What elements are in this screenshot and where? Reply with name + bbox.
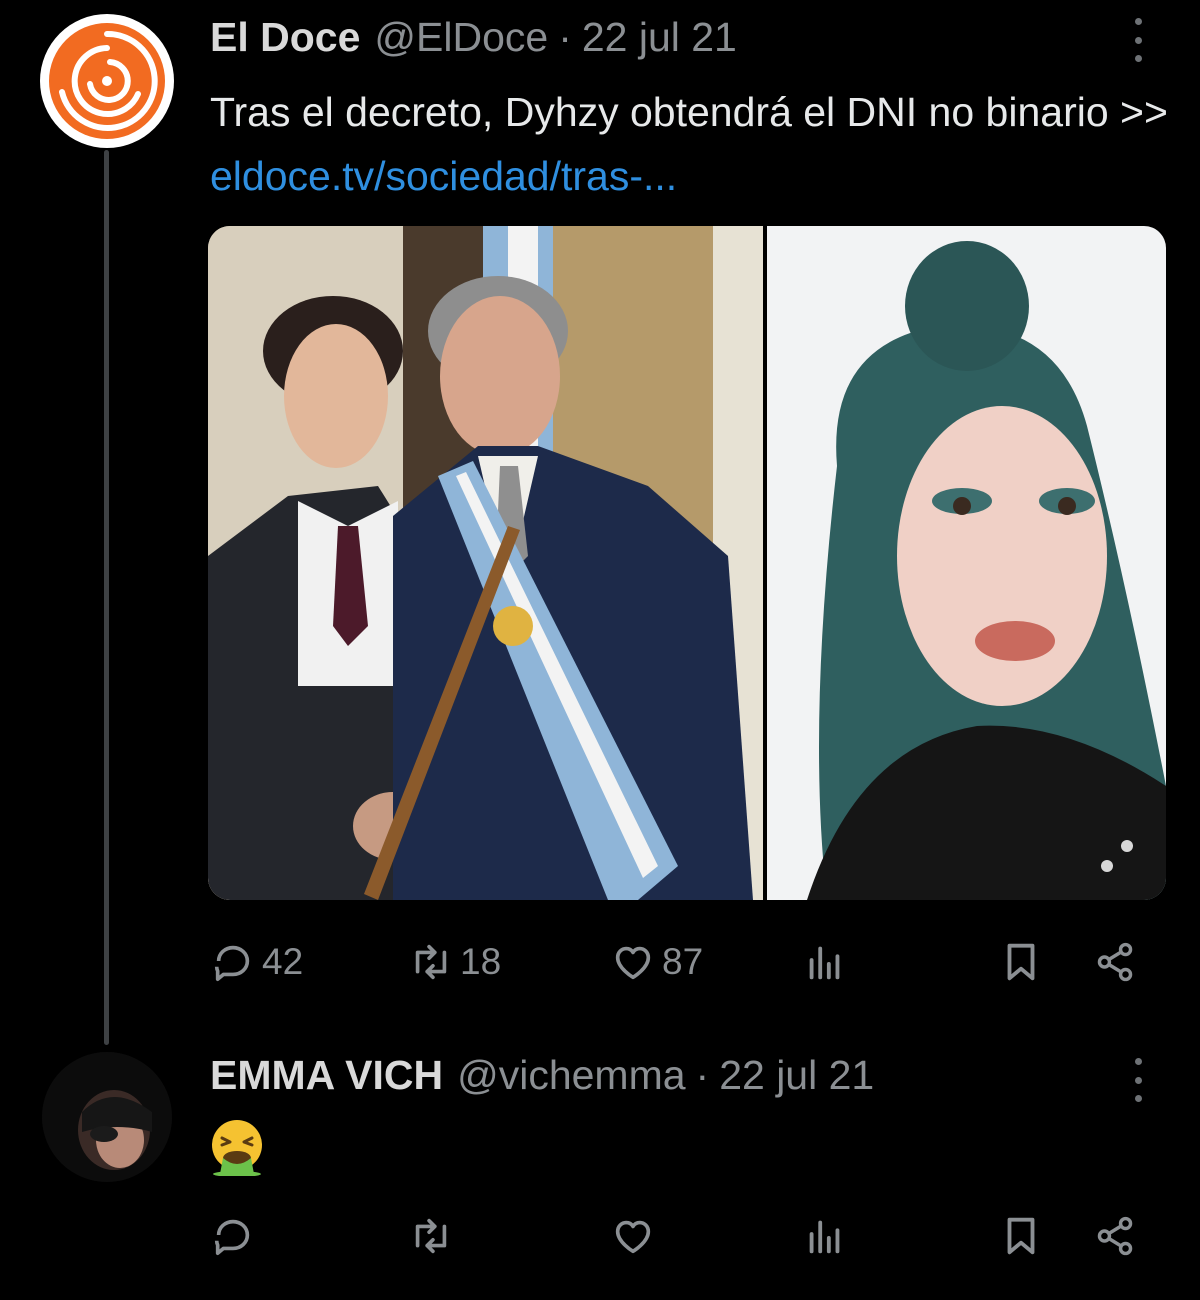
nauseated-vomiting-face-emoji: [208, 1118, 266, 1177]
share-button[interactable]: [1092, 1206, 1138, 1266]
tweet-date[interactable]: 22 jul 21: [582, 12, 737, 62]
tweet-header: El Doce @ElDoce · 22 jul 21: [210, 12, 737, 62]
reply-icon: [214, 1219, 250, 1256]
retweet-button[interactable]: 18: [408, 932, 501, 992]
thread-connector-line: [104, 150, 109, 1045]
avatar-emma-vich[interactable]: [42, 1052, 172, 1182]
author-name[interactable]: El Doce: [210, 12, 360, 62]
separator-dot: ·: [695, 1052, 710, 1098]
separator-dot: ·: [558, 14, 572, 60]
bookmark-icon: [1007, 943, 1035, 981]
retweet-icon: [415, 1218, 447, 1254]
more-icon[interactable]: [1128, 1058, 1148, 1102]
reply-icon: [214, 945, 250, 982]
views-icon: [809, 946, 840, 980]
photo-portrait-green-hair: [767, 226, 1166, 900]
media-photo-right[interactable]: [767, 226, 1166, 900]
tweet-text: Tras el decreto, Dyhzy obtendrá el DNI n…: [210, 80, 1170, 208]
reply-count: 42: [262, 941, 304, 982]
views-button[interactable]: [802, 932, 848, 992]
author-handle[interactable]: @ElDoce: [374, 12, 548, 62]
share-icon: [1097, 1216, 1133, 1256]
retweet-icon: [415, 944, 447, 980]
bookmark-button[interactable]: [998, 1206, 1044, 1266]
like-button[interactable]: 87: [610, 932, 703, 992]
tweet-actions: 42 18 87: [210, 932, 1140, 992]
reply-date[interactable]: 22 jul 21: [719, 1050, 874, 1100]
reply-header: EMMA VICH @vichemma · 22 jul 21: [210, 1050, 874, 1100]
tweet-media[interactable]: [208, 226, 1166, 900]
bookmark-button[interactable]: [998, 932, 1044, 992]
user-avatar-photo: [42, 1052, 172, 1182]
like-button[interactable]: [610, 1206, 656, 1266]
reply-button[interactable]: 42: [210, 932, 303, 992]
media-photo-left[interactable]: [208, 226, 763, 900]
avatar-el-doce[interactable]: [40, 14, 174, 148]
share-icon: [1097, 942, 1133, 982]
reply-actions: [210, 1206, 1140, 1266]
reply-author-handle[interactable]: @vichemma: [457, 1050, 685, 1100]
like-count: 87: [662, 941, 704, 982]
share-button[interactable]: [1092, 932, 1138, 992]
tweet-body: Tras el decreto, Dyhzy obtendrá el DNI n…: [210, 89, 1168, 135]
reply-author-name[interactable]: EMMA VICH: [210, 1050, 443, 1100]
tweet-link[interactable]: eldoce.tv/sociedad/tras-...: [210, 153, 677, 199]
bookmark-icon: [1007, 1217, 1035, 1255]
more-icon[interactable]: [1128, 18, 1148, 62]
like-icon: [615, 946, 651, 980]
like-icon: [615, 1220, 651, 1254]
views-icon: [809, 1220, 840, 1254]
views-button[interactable]: [802, 1206, 848, 1266]
el-doce-logo: [49, 23, 165, 139]
reply-button[interactable]: [210, 1206, 256, 1266]
retweet-button[interactable]: [408, 1206, 454, 1266]
retweet-count: 18: [460, 941, 502, 982]
photo-two-men-suits: [208, 226, 763, 900]
